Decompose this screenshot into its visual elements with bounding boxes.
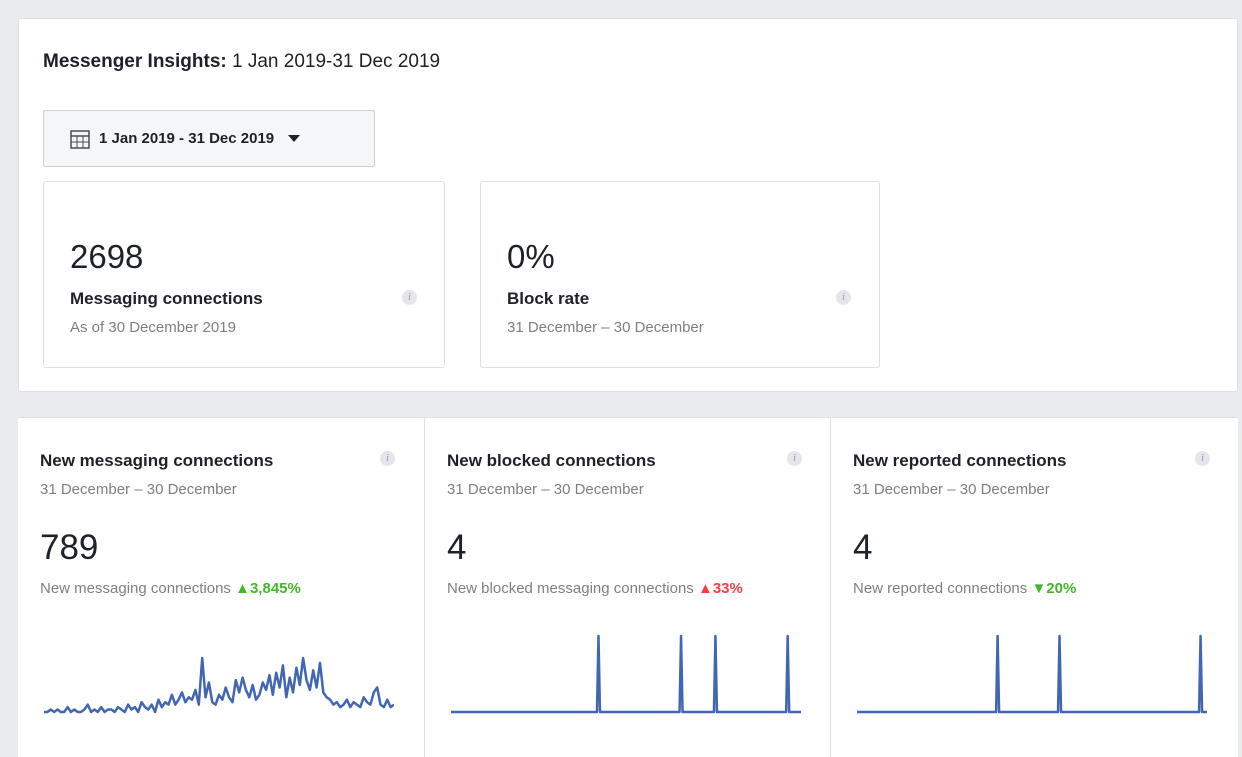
metric-change: ▼20% — [1031, 580, 1076, 597]
sparkline-chart — [857, 634, 1207, 714]
metric-value: 4 — [853, 528, 873, 567]
insights-header-panel: Messenger Insights: 1 Jan 2019-31 Dec 20… — [18, 18, 1238, 392]
date-range-label: 1 Jan 2019 - 31 Dec 2019 — [99, 130, 275, 147]
chevron-down-icon — [288, 134, 301, 143]
info-icon[interactable]: i — [402, 290, 417, 305]
sparkline-series — [451, 634, 801, 714]
metric-description-text: New reported connections — [853, 580, 1028, 597]
page-title-bold: Messenger Insights: — [43, 51, 227, 72]
summary-card-block-rate: 0% Block rate 31 December – 30 December … — [480, 181, 880, 368]
calendar-icon — [69, 128, 91, 150]
metric-change: ▲3,845% — [235, 580, 301, 597]
sparkline-chart — [451, 634, 801, 714]
sparkline-series — [44, 656, 394, 714]
down-arrow-icon: ▼ — [1031, 580, 1047, 597]
info-icon[interactable]: i — [787, 451, 802, 466]
metric-description: New reported connections ▼20% — [853, 580, 1076, 597]
metric-description-text: New messaging connections — [40, 580, 231, 597]
summary-subtitle: As of 30 December 2019 — [70, 319, 236, 336]
metric-value: 4 — [447, 528, 467, 567]
summary-value: 2698 — [70, 238, 144, 275]
metric-change-value: 33% — [712, 580, 743, 597]
info-icon[interactable]: i — [380, 451, 395, 466]
sparkline-series — [857, 634, 1207, 714]
metric-title: New reported connections — [853, 451, 1067, 470]
info-icon[interactable]: i — [1195, 451, 1210, 466]
up-arrow-icon: ▲ — [235, 580, 250, 597]
metric-subtitle: 31 December – 30 December — [40, 481, 237, 498]
summary-label: Block rate — [507, 289, 590, 308]
up-arrow-icon: ▲ — [697, 580, 713, 597]
metric-title: New blocked connections — [447, 451, 656, 470]
page-title: Messenger Insights: 1 Jan 2019-31 Dec 20… — [43, 51, 440, 73]
metric-change-value: 3,845% — [249, 580, 301, 597]
metric-subtitle: 31 December – 30 December — [447, 481, 644, 498]
summary-label: Messaging connections — [70, 289, 263, 308]
date-range-picker-button[interactable]: 1 Jan 2019 - 31 Dec 2019 — [43, 110, 375, 167]
summary-subtitle: 31 December – 30 December — [507, 319, 704, 336]
metric-subtitle: 31 December – 30 December — [853, 481, 1050, 498]
summary-card-messaging-connections: 2698 Messaging connections As of 30 Dece… — [43, 181, 445, 368]
metric-description: New blocked messaging connections ▲33% — [447, 580, 743, 597]
metric-new-blocked-connections: New blocked connections i 31 December – … — [424, 418, 830, 757]
info-icon[interactable]: i — [836, 290, 851, 305]
metric-new-messaging-connections: New messaging connections i 31 December … — [18, 418, 424, 757]
metric-value: 789 — [40, 528, 99, 567]
metric-new-reported-connections: New reported connections i 31 December –… — [830, 418, 1238, 757]
sparkline-chart — [44, 656, 394, 714]
metrics-panel: New messaging connections i 31 December … — [18, 417, 1238, 757]
metric-change-value: 20% — [1046, 580, 1077, 597]
metric-description: New messaging connections ▲3,845% — [40, 580, 301, 597]
metric-change: ▲33% — [698, 580, 743, 597]
metric-description-text: New blocked messaging connections — [447, 580, 694, 597]
summary-value: 0% — [507, 238, 555, 275]
page-title-range: 1 Jan 2019-31 Dec 2019 — [232, 51, 441, 72]
metric-title: New messaging connections — [40, 451, 274, 470]
